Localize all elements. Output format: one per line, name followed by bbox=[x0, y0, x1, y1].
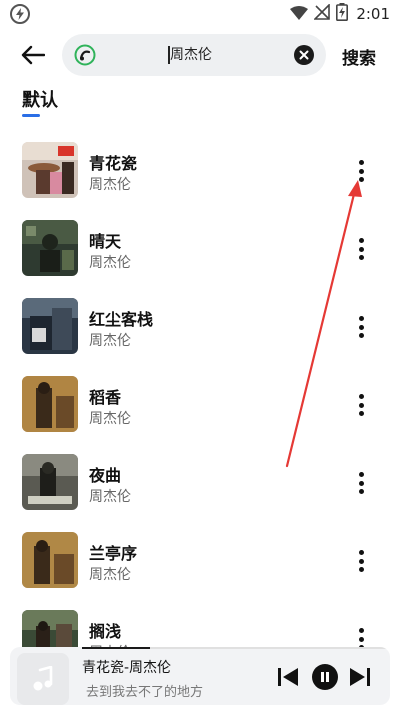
tab-default[interactable]: 默认 bbox=[22, 86, 58, 112]
more-dot bbox=[358, 160, 364, 165]
search-button[interactable]: 搜索 bbox=[342, 44, 376, 69]
more-options-button[interactable] bbox=[350, 312, 372, 342]
progress-fill bbox=[82, 647, 150, 649]
list-item[interactable]: 晴天 周杰伦 bbox=[0, 210, 400, 288]
more-dot bbox=[358, 411, 364, 416]
search-field[interactable]: 周杰伦 bbox=[62, 34, 326, 76]
list-item[interactable]: 红尘客栈 周杰伦 bbox=[0, 288, 400, 366]
more-dot bbox=[358, 636, 364, 642]
more-dot bbox=[358, 558, 364, 564]
clear-icon bbox=[299, 50, 309, 60]
back-arrow-icon bbox=[21, 45, 45, 65]
status-time: 2:01 bbox=[356, 5, 390, 23]
battery-charging-icon bbox=[336, 3, 349, 25]
song-title: 兰亭序 bbox=[89, 544, 138, 563]
pause-button[interactable] bbox=[312, 664, 338, 690]
more-dot bbox=[358, 255, 364, 260]
no-signal-icon bbox=[313, 3, 331, 24]
pause-icon bbox=[321, 672, 329, 682]
more-dot bbox=[358, 168, 364, 174]
more-dot bbox=[358, 480, 364, 486]
more-dot bbox=[358, 246, 364, 252]
now-playing-title: 青花瓷-周杰伦 bbox=[82, 660, 172, 676]
song-artist: 周杰伦 bbox=[89, 333, 131, 349]
album-cover bbox=[22, 532, 78, 588]
song-title: 夜曲 bbox=[89, 466, 122, 485]
song-title: 稻香 bbox=[89, 388, 122, 407]
more-dot bbox=[358, 567, 364, 572]
more-dot bbox=[358, 394, 364, 399]
more-options-button[interactable] bbox=[350, 156, 372, 186]
status-bar: 2:01 bbox=[0, 0, 400, 28]
song-artist: 周杰伦 bbox=[89, 411, 131, 427]
more-dot bbox=[358, 333, 364, 338]
more-dot bbox=[358, 238, 364, 243]
more-dot bbox=[358, 177, 364, 182]
list-item[interactable]: 夜曲 周杰伦 bbox=[0, 444, 400, 522]
list-item[interactable]: 兰亭序 周杰伦 bbox=[0, 522, 400, 600]
skip-previous-icon bbox=[278, 668, 298, 686]
more-dot bbox=[358, 402, 364, 408]
bolt-icon bbox=[10, 4, 30, 24]
more-options-button[interactable] bbox=[350, 546, 372, 576]
skip-next-icon bbox=[350, 668, 370, 686]
more-options-button[interactable] bbox=[350, 468, 372, 498]
back-button[interactable] bbox=[18, 42, 48, 68]
music-note-icon bbox=[17, 653, 69, 705]
more-options-button[interactable] bbox=[350, 390, 372, 420]
more-dot bbox=[358, 550, 364, 555]
song-artist: 周杰伦 bbox=[89, 255, 131, 271]
progress-bar bbox=[82, 647, 390, 649]
album-cover bbox=[22, 298, 78, 354]
more-dot bbox=[358, 489, 364, 494]
more-options-button[interactable] bbox=[350, 234, 372, 264]
now-playing-lyric: 去到我去不了的地方 bbox=[86, 685, 204, 700]
list-item[interactable]: 稻香 周杰伦 bbox=[0, 366, 400, 444]
album-cover bbox=[22, 454, 78, 510]
more-dot bbox=[358, 316, 364, 321]
app-logo-icon bbox=[74, 44, 96, 66]
album-cover bbox=[22, 142, 78, 198]
tab-indicator bbox=[22, 114, 40, 117]
wifi-icon bbox=[290, 5, 309, 24]
album-cover bbox=[22, 376, 78, 432]
list-item[interactable]: 青花瓷 周杰伦 bbox=[0, 132, 400, 210]
skip-previous-button[interactable] bbox=[276, 666, 300, 688]
more-dot bbox=[358, 628, 364, 633]
song-artist: 周杰伦 bbox=[89, 177, 131, 193]
song-artist: 周杰伦 bbox=[89, 489, 131, 505]
skip-next-button[interactable] bbox=[348, 666, 372, 688]
more-dot bbox=[358, 324, 364, 330]
search-bar: 周杰伦 搜索 bbox=[0, 32, 400, 78]
mini-player[interactable]: 青花瓷-周杰伦 去到我去不了的地方 bbox=[10, 647, 390, 705]
search-input[interactable]: 周杰伦 bbox=[170, 46, 212, 64]
more-dot bbox=[358, 472, 364, 477]
song-title: 红尘客栈 bbox=[89, 310, 154, 329]
song-title: 搁浅 bbox=[89, 622, 122, 641]
song-title: 晴天 bbox=[89, 232, 122, 251]
clear-button[interactable] bbox=[294, 45, 314, 65]
song-title: 青花瓷 bbox=[89, 154, 138, 173]
song-artist: 周杰伦 bbox=[89, 567, 131, 583]
album-cover bbox=[22, 220, 78, 276]
